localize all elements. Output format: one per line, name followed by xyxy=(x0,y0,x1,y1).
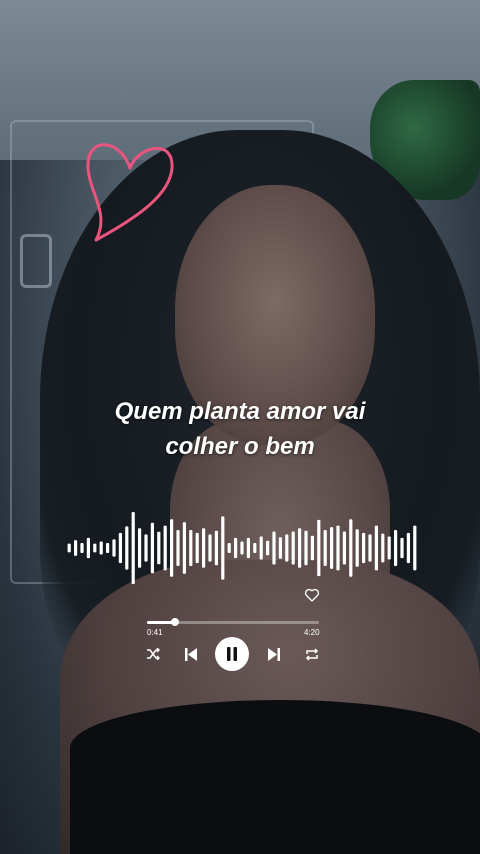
pause-icon xyxy=(227,647,237,661)
waveform-bar xyxy=(266,540,270,556)
waveform-bar xyxy=(80,542,84,554)
waveform-bar xyxy=(125,526,129,570)
skip-previous-icon xyxy=(185,647,197,661)
waveform-bar xyxy=(131,512,135,584)
waveform-bar xyxy=(317,519,321,577)
waveform-bar xyxy=(150,522,154,574)
waveform-bar xyxy=(163,525,167,571)
waveform-bar xyxy=(118,532,122,564)
waveform-bar xyxy=(336,525,340,571)
total-time: 4:20 xyxy=(304,628,320,637)
waveform-bar xyxy=(400,537,404,559)
waveform-bar xyxy=(157,531,161,565)
waveform-bar xyxy=(144,534,148,562)
shuffle-button[interactable] xyxy=(145,641,161,667)
waveform-bar xyxy=(170,519,174,577)
door-handle xyxy=(20,234,52,288)
like-button[interactable] xyxy=(303,586,321,604)
waveform-bar xyxy=(310,535,314,561)
waveform-bar xyxy=(253,542,257,554)
waveform-bar xyxy=(182,522,186,574)
waveform-bar xyxy=(298,528,302,568)
waveform-bar xyxy=(74,540,78,556)
waveform-bar xyxy=(99,541,103,555)
waveform-bar xyxy=(208,534,212,562)
next-button[interactable] xyxy=(266,641,282,667)
lyrics-line-1: Quem planta amor vai xyxy=(114,398,366,425)
waveform-bar xyxy=(374,525,378,571)
lyrics-line-2: colher o bem xyxy=(165,433,315,460)
waveform-bar xyxy=(394,530,398,566)
waveform-bar xyxy=(291,531,295,565)
waveform-bar xyxy=(349,519,353,577)
heart-sticker-icon xyxy=(86,143,174,242)
waveform-bar xyxy=(259,536,263,560)
waveform-bar xyxy=(368,534,372,562)
waveform-bar xyxy=(330,527,334,569)
waveform-bar xyxy=(240,541,244,555)
progress-bar[interactable] xyxy=(147,618,319,626)
waveform-bar xyxy=(138,528,142,568)
elapsed-time: 0:41 xyxy=(147,628,163,637)
audio-waveform xyxy=(67,512,417,584)
waveform-bar xyxy=(112,539,116,557)
pause-button[interactable] xyxy=(215,637,249,671)
waveform-bar xyxy=(362,532,366,564)
waveform-bar xyxy=(67,543,71,553)
waveform-bar xyxy=(234,537,238,559)
waveform-bar xyxy=(413,525,417,571)
shuffle-icon xyxy=(147,648,160,660)
waveform-bar xyxy=(272,531,276,565)
waveform-bar xyxy=(355,529,359,567)
waveform-bar xyxy=(387,536,391,560)
progress-knob[interactable] xyxy=(170,618,179,626)
waveform-bar xyxy=(189,530,193,566)
skip-next-icon xyxy=(268,647,280,661)
waveform-bar xyxy=(285,534,289,562)
waveform-bar xyxy=(93,543,97,553)
repeat-icon xyxy=(305,647,319,661)
black-top xyxy=(70,700,480,854)
lyrics: Quem planta amor vai colher o bem xyxy=(60,394,420,464)
waveform-bar xyxy=(221,516,225,580)
repeat-button[interactable] xyxy=(304,641,320,667)
waveform-bar xyxy=(176,530,180,566)
waveform-bar xyxy=(304,530,308,566)
waveform-bar xyxy=(106,542,110,554)
waveform-bar xyxy=(342,531,346,565)
waveform-bar xyxy=(214,530,218,566)
waveform-bar xyxy=(278,537,282,559)
waveform-bar xyxy=(86,537,90,559)
waveform-bar xyxy=(195,532,199,564)
heart-outline-icon xyxy=(304,588,320,602)
waveform-bar xyxy=(323,530,327,566)
waveform-bar xyxy=(381,533,385,563)
previous-button[interactable] xyxy=(183,641,199,667)
waveform-bar xyxy=(406,532,410,564)
waveform-bar xyxy=(246,537,250,559)
waveform-bar xyxy=(227,542,231,554)
waveform-bar xyxy=(202,528,206,568)
